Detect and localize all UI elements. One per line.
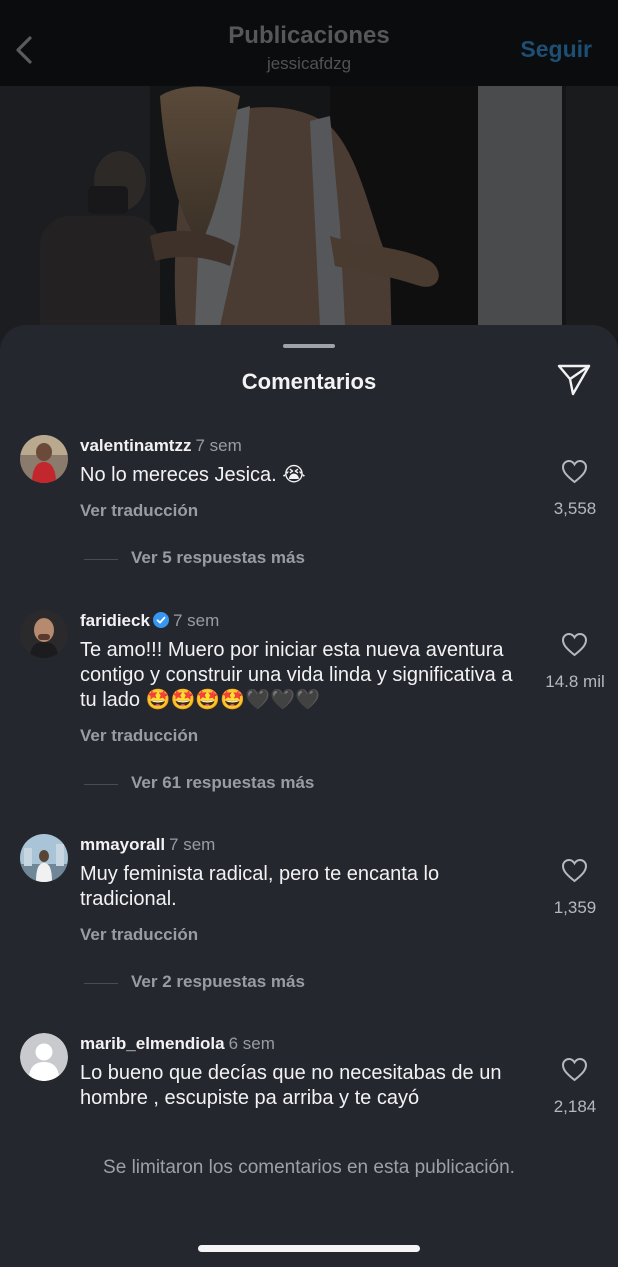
comment-username[interactable]: valentinamtzz — [80, 436, 191, 455]
comment-username[interactable]: mmayorall — [80, 835, 165, 854]
heart-icon[interactable] — [561, 1057, 588, 1082]
replies-divider — [84, 983, 118, 984]
replies-divider — [84, 559, 118, 560]
comment-meta: mmayorall 7 sem — [80, 835, 215, 855]
comment-text: Muy feminista radical, pero te encanta l… — [80, 863, 440, 910]
comment-time: 7 sem — [169, 835, 216, 854]
avatar[interactable] — [20, 435, 68, 483]
comments-sheet: Comentarios valentinamtzz 7 sem No lo mer… — [0, 325, 618, 1267]
view-replies-label: Ver 5 respuestas más — [131, 548, 305, 567]
comment-text: No lo mereces Jesica. 😭 — [80, 464, 306, 486]
view-replies-label: Ver 61 respuestas más — [131, 773, 315, 792]
like-count: 14.8 mil — [545, 672, 605, 691]
verified-badge-icon — [152, 612, 169, 628]
view-replies-label: Ver 2 respuestas más — [131, 972, 305, 991]
comment-username[interactable]: faridieck — [80, 611, 150, 630]
see-translation-link[interactable]: Ver traducción — [80, 501, 198, 521]
comment-username[interactable]: marib_elmendiola — [80, 1034, 225, 1053]
comments-limited-notice: Se limitaron los comentarios en esta pub… — [103, 1157, 515, 1178]
paper-plane-icon[interactable] — [556, 361, 592, 397]
heart-icon[interactable] — [561, 858, 588, 883]
comment-meta: marib_elmendiola 6 sem — [80, 1034, 275, 1054]
drag-handle[interactable] — [283, 344, 335, 348]
heart-icon[interactable] — [561, 459, 588, 484]
view-replies-button[interactable]: Ver 5 respuestas más — [84, 548, 404, 570]
comment-text: Lo bueno que decías que no necesitabas d… — [80, 1062, 502, 1109]
comment-meta: faridieck 7 sem — [80, 611, 219, 631]
heart-icon[interactable] — [561, 632, 588, 657]
view-replies-button[interactable]: Ver 2 respuestas más — [84, 972, 404, 994]
comment-meta: valentinamtzz 7 sem — [80, 436, 242, 456]
see-translation-link[interactable]: Ver traducción — [80, 726, 198, 746]
avatar[interactable] — [20, 610, 68, 658]
replies-divider — [84, 784, 118, 785]
sheet-title: Comentarios — [241, 369, 377, 394]
like-count: 2,184 — [553, 1097, 597, 1116]
follow-button[interactable]: Seguir — [520, 36, 592, 63]
view-replies-button[interactable]: Ver 61 respuestas más — [84, 773, 404, 795]
post-header: Publicaciones jessicafdzg Seguir — [0, 0, 618, 86]
like-count: 3,558 — [553, 499, 597, 518]
home-indicator[interactable] — [198, 1245, 420, 1252]
avatar[interactable] — [20, 1033, 68, 1081]
comment-text: Te amo!!! Muero por iniciar esta nueva a… — [80, 639, 513, 711]
comment-time: 7 sem — [172, 611, 220, 630]
like-count: 1,359 — [553, 898, 597, 917]
comment-time: 6 sem — [228, 1034, 275, 1053]
see-translation-link[interactable]: Ver traducción — [80, 925, 198, 945]
comment-time: 7 sem — [195, 436, 242, 455]
avatar[interactable] — [20, 834, 68, 882]
post-photo — [0, 86, 618, 356]
post-photo-image — [0, 86, 618, 356]
